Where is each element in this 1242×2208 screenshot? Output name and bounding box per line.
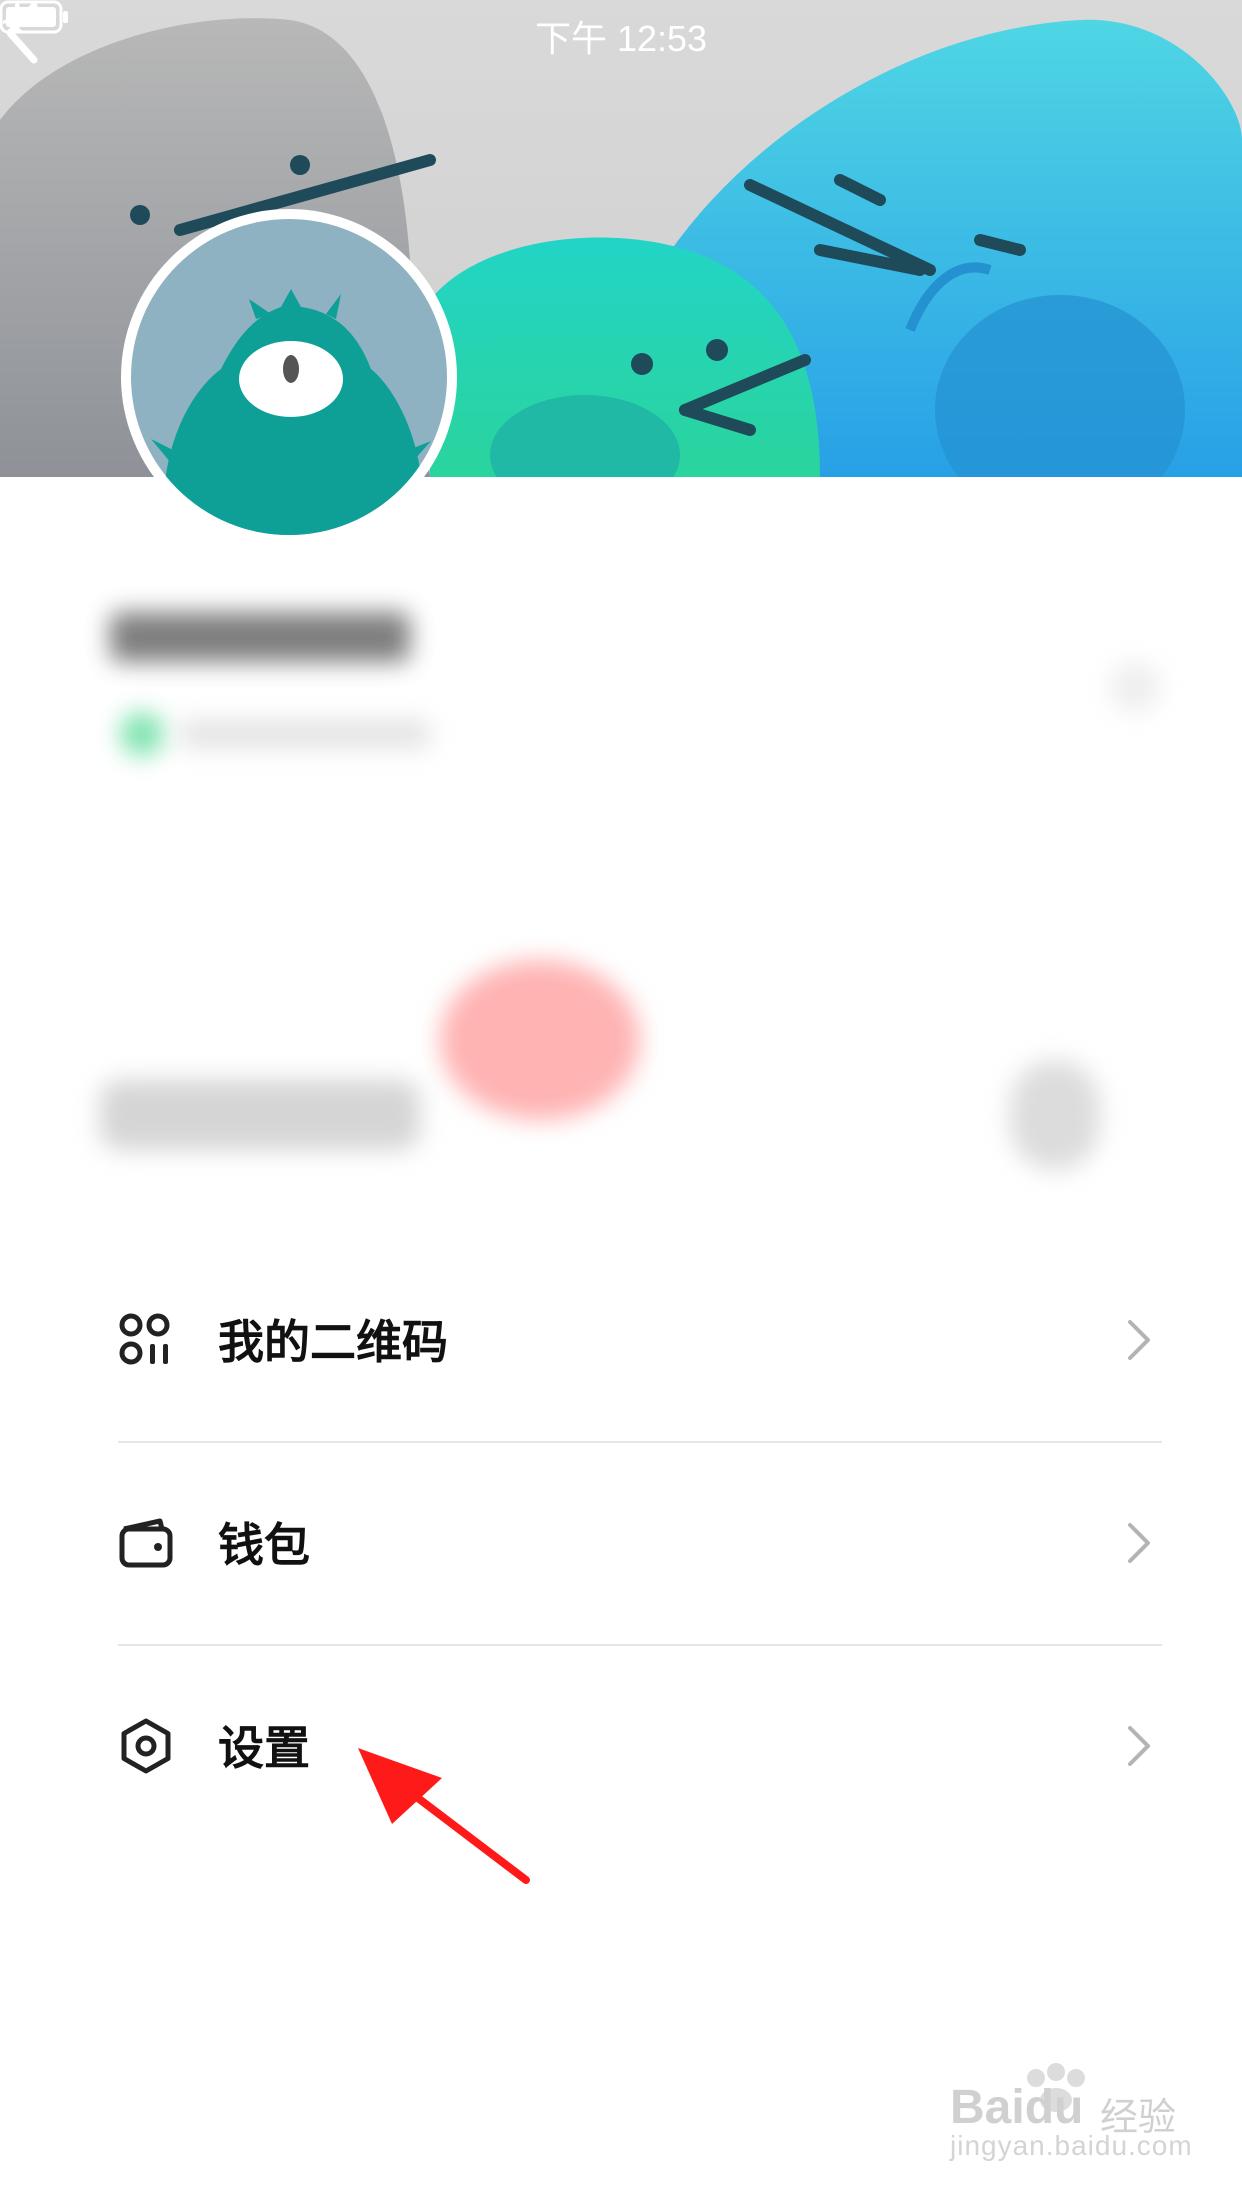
- menu-item-settings[interactable]: 设置: [118, 1646, 1162, 1849]
- chevron-right-icon: [1128, 1726, 1150, 1766]
- profile-subtitle-blurred: [180, 720, 430, 748]
- chevron-right-icon: [1128, 1523, 1150, 1563]
- profile-arrow-blurred[interactable]: [1110, 662, 1160, 712]
- status-time: 下午 12:53: [534, 18, 708, 59]
- status-arrow-blurred[interactable]: [1010, 1060, 1100, 1170]
- menu-item-label: 设置: [218, 1721, 310, 1775]
- settings-hex-icon: [121, 1718, 171, 1774]
- annotation-arrow-icon: [358, 1748, 530, 1884]
- watermark-brand: Baidu: [950, 2081, 1084, 2134]
- watermark-url: jingyan.baidu.com: [950, 2130, 1193, 2161]
- profile-name-blurred: [110, 612, 410, 662]
- menu-item-qr-code[interactable]: 我的二维码: [118, 1240, 1162, 1443]
- qr-code-icon: [119, 1313, 170, 1365]
- monster-avatar-icon: [151, 289, 431, 535]
- wallet-icon: [119, 1518, 173, 1568]
- chevron-right-icon: [1128, 1320, 1150, 1360]
- online-status-dot-blurred: [120, 712, 164, 756]
- status-row-blurred[interactable]: [100, 1080, 420, 1150]
- avatar[interactable]: [121, 209, 457, 545]
- avatar-image: [131, 219, 447, 535]
- menu-item-label: 钱包: [218, 1518, 310, 1572]
- settings-menu: 我的二维码 钱包 设置: [118, 1240, 1162, 1849]
- back-button[interactable]: [0, 0, 44, 66]
- status-bar: 下午 12:53: [0, 0, 1242, 62]
- menu-item-wallet[interactable]: 钱包: [118, 1443, 1162, 1646]
- menu-item-label: 我的二维码: [218, 1315, 448, 1369]
- status-badge-blurred: [440, 960, 640, 1120]
